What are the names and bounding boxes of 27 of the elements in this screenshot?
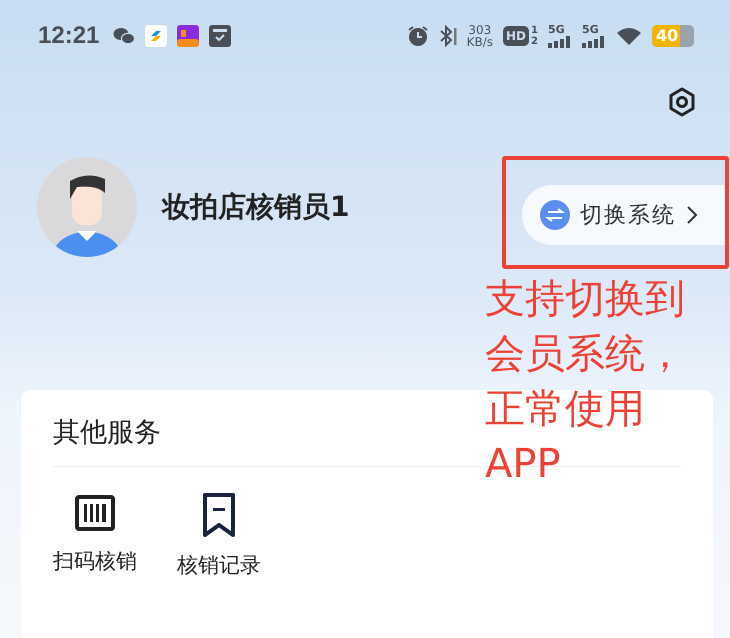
alarm-icon [406,25,429,47]
signal-icon [548,36,572,48]
hd-badge: HD [503,26,530,46]
swap-icon [540,200,570,230]
network-speed: 303 [468,24,492,36]
section-title: 其他服务 [53,416,161,450]
speed-unit: KB/s [466,36,494,48]
sim-slot: 2 [531,36,538,47]
service-item[interactable]: 扫码核销 [53,493,137,579]
battery-icon: 40 [652,25,694,47]
inbox-icon [209,25,232,47]
bank-app-icon [177,25,200,47]
signal-icon [582,36,606,48]
service-item[interactable]: 核销记录 [177,493,261,579]
user-name: 妆拍店核销员1 [162,189,350,225]
app-icon [145,25,168,47]
network-type: 5G [548,24,565,36]
status-time: 12:21 [38,22,100,50]
switch-system-button[interactable]: 切换系统 [522,185,730,245]
annotation-text: 支持切换到 会员系统， 正常使用 APP [485,275,685,489]
chat-icon [113,27,136,45]
sim-slot: 1 [531,25,538,36]
barcode-icon [75,493,115,533]
chevron-right-icon [686,205,698,225]
network-type: 5G [582,24,599,36]
wifi-icon [616,26,642,46]
bluetooth-icon [438,25,457,47]
